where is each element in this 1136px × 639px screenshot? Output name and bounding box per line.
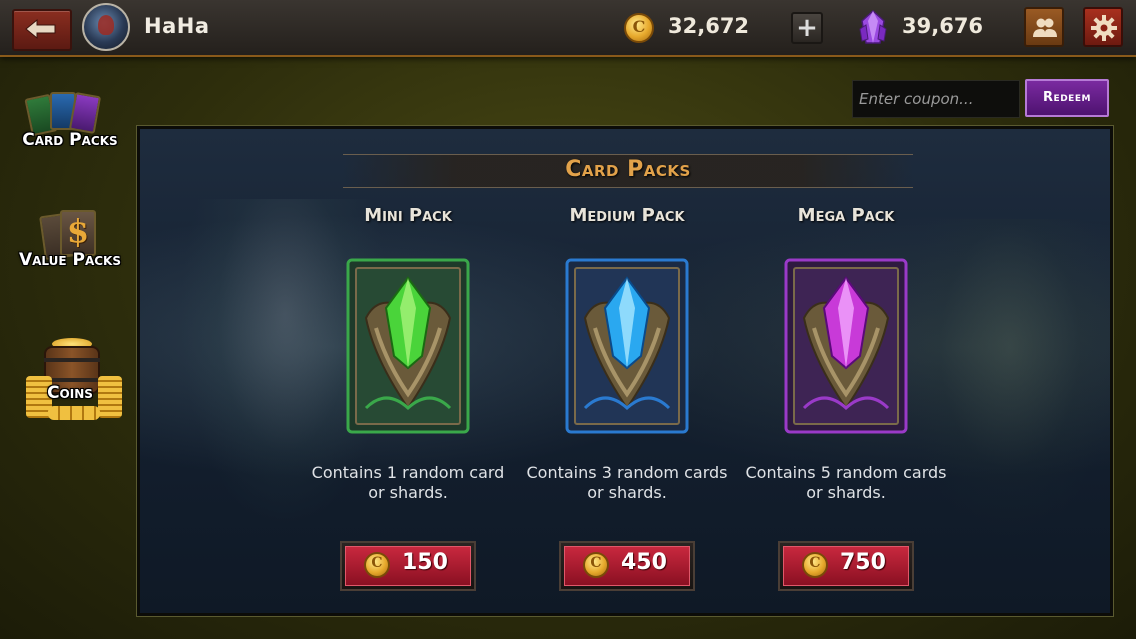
- pack-description-line: or shards.: [806, 483, 886, 502]
- gear-icon: [1091, 15, 1117, 41]
- pack-name: Medium Pack: [569, 205, 685, 226]
- buy-mini-pack-button[interactable]: 150: [340, 541, 476, 591]
- pack-description: Contains 1 random card or shards.: [298, 463, 518, 503]
- gem-icon: [859, 9, 887, 44]
- panel-title: Card Packs: [565, 157, 691, 182]
- buy-mega-pack-button[interactable]: 750: [778, 541, 914, 591]
- friends-icon: [1033, 18, 1057, 37]
- buy-medium-pack-button[interactable]: 450: [559, 541, 695, 591]
- coupon-input[interactable]: [852, 80, 1020, 118]
- back-button[interactable]: [12, 9, 72, 51]
- player-avatar[interactable]: [82, 3, 130, 51]
- pack-medium: Medium Pack Contains 3 random cards or s…: [517, 205, 737, 605]
- card-packs-icon: [24, 90, 118, 137]
- coin-balance: 32,672: [668, 14, 750, 38]
- friends-button[interactable]: [1024, 7, 1064, 47]
- mega-pack-card-icon[interactable]: [784, 258, 908, 434]
- pack-price: 150: [402, 550, 448, 575]
- sidebar-item-label: Card Packs: [22, 130, 118, 150]
- card-packs-panel: Card Packs Mini Pack Contains 1 random c…: [136, 125, 1114, 617]
- pack-mega: Mega Pack Contains 5 random cards or sha…: [736, 205, 956, 605]
- sidebar-item-value-packs[interactable]: $ Value Packs: [10, 208, 130, 280]
- settings-button[interactable]: [1083, 7, 1123, 47]
- pack-description: Contains 3 random cards or shards.: [517, 463, 737, 503]
- pack-description-line: Contains 1 random card: [311, 463, 505, 482]
- pack-description-line: Contains 3 random cards: [526, 463, 728, 482]
- player-name: HaHa: [144, 14, 210, 38]
- sidebar-item-card-packs[interactable]: Card Packs: [10, 88, 130, 158]
- sidebar-item-coins[interactable]: Coins: [10, 336, 130, 426]
- panel-title-banner: Card Packs: [343, 154, 913, 188]
- top-bar: HaHa 32,672 + 39,676: [0, 0, 1136, 57]
- sidebar-item-label: Value Packs: [18, 250, 122, 270]
- pack-description-line: Contains 5 random cards: [745, 463, 947, 482]
- coin-icon: [802, 552, 828, 578]
- pack-name: Mega Pack: [797, 205, 895, 226]
- pack-mini: Mini Pack Contains 1 random card or shar…: [298, 205, 518, 605]
- gem-balance: 39,676: [902, 14, 984, 38]
- mini-pack-card-icon[interactable]: [346, 258, 470, 434]
- coins-barrel-icon: [26, 336, 122, 422]
- pack-price: 450: [621, 550, 667, 575]
- pack-name: Mini Pack: [364, 205, 452, 226]
- coin-icon: [364, 552, 390, 578]
- add-coins-button[interactable]: +: [791, 12, 823, 44]
- redeem-button[interactable]: Redeem: [1025, 79, 1109, 117]
- pack-price: 750: [840, 550, 886, 575]
- back-arrow-icon: [25, 18, 56, 40]
- medium-pack-card-icon[interactable]: [565, 258, 689, 434]
- pack-description-line: or shards.: [368, 483, 448, 502]
- coin-icon: [583, 552, 609, 578]
- pack-description: Contains 5 random cards or shards.: [736, 463, 956, 503]
- coin-icon: [624, 13, 654, 43]
- sidebar-item-label: Coins: [47, 383, 93, 403]
- pack-description-line: or shards.: [587, 483, 667, 502]
